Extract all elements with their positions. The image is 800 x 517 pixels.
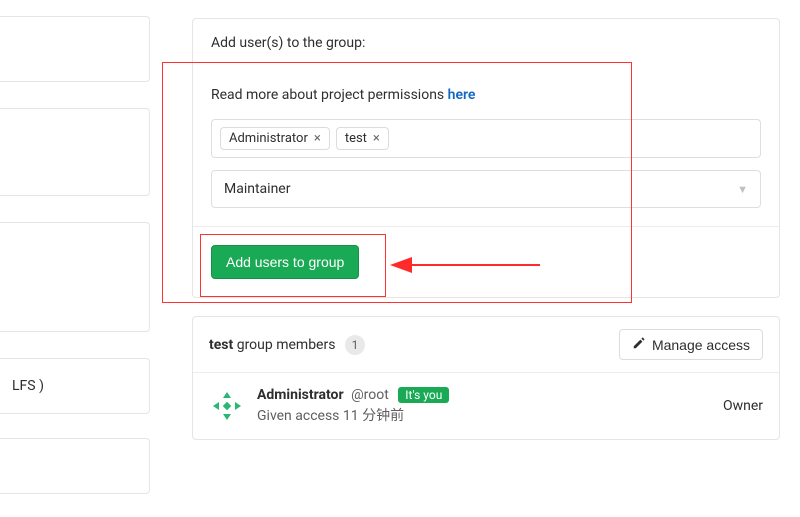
member-row: Administrator @root It's you Given acces… xyxy=(193,373,779,439)
chip-administrator[interactable]: Administrator × xyxy=(220,127,330,150)
its-you-badge: It's you xyxy=(398,387,449,403)
remove-chip-icon[interactable]: × xyxy=(314,131,321,146)
add-users-title: Add user(s) to the group: xyxy=(193,19,779,57)
role-select[interactable]: Maintainer ▼ xyxy=(211,170,761,208)
member-sub-time: 11 分钟前 xyxy=(343,408,404,424)
permissions-prefix: Read more about project permissions xyxy=(211,87,448,103)
permissions-here-link[interactable]: here xyxy=(448,87,476,103)
chip-test[interactable]: test × xyxy=(336,127,389,150)
members-title-bold: test xyxy=(209,337,233,353)
chevron-down-icon: ▼ xyxy=(737,183,748,196)
permissions-line: Read more about project permissions here xyxy=(211,87,761,103)
manage-access-label: Manage access xyxy=(652,337,750,353)
role-selected-label: Maintainer xyxy=(224,181,290,197)
user-chip-input[interactable]: Administrator × test × xyxy=(211,119,761,158)
member-info: Administrator @root It's you Given acces… xyxy=(257,387,449,425)
members-title: test group members 1 xyxy=(209,335,365,355)
sidebar-box-lfs: LFS ) xyxy=(0,358,150,414)
divider xyxy=(193,226,779,227)
members-panel: test group members 1 Manage access xyxy=(192,316,780,440)
member-subline: Given access 11 分钟前 xyxy=(257,405,449,425)
members-count-badge: 1 xyxy=(345,335,365,355)
sidebar-box-1 xyxy=(0,16,150,82)
sidebar: LFS ) xyxy=(0,0,160,517)
manage-access-button[interactable]: Manage access xyxy=(619,329,763,360)
chip-label: Administrator xyxy=(229,131,308,146)
remove-chip-icon[interactable]: × xyxy=(373,131,380,146)
add-users-panel: Add user(s) to the group: Read more abou… xyxy=(192,18,780,298)
edit-icon xyxy=(632,336,646,353)
add-users-button[interactable]: Add users to group xyxy=(211,245,359,279)
members-header: test group members 1 Manage access xyxy=(193,317,779,373)
sidebar-box-2 xyxy=(0,108,150,196)
chip-label: test xyxy=(345,131,367,146)
member-sub-prefix: Given access xyxy=(257,408,343,424)
sidebar-lfs-label: LFS ) xyxy=(12,378,44,394)
sidebar-box-3 xyxy=(0,222,150,332)
members-title-rest: group members xyxy=(233,337,335,353)
member-handle: @root xyxy=(351,387,389,403)
sidebar-box-5 xyxy=(0,438,150,494)
add-users-button-label: Add users to group xyxy=(226,254,344,270)
member-name: Administrator xyxy=(257,387,344,403)
member-role: Owner xyxy=(723,398,763,414)
avatar xyxy=(209,388,245,424)
